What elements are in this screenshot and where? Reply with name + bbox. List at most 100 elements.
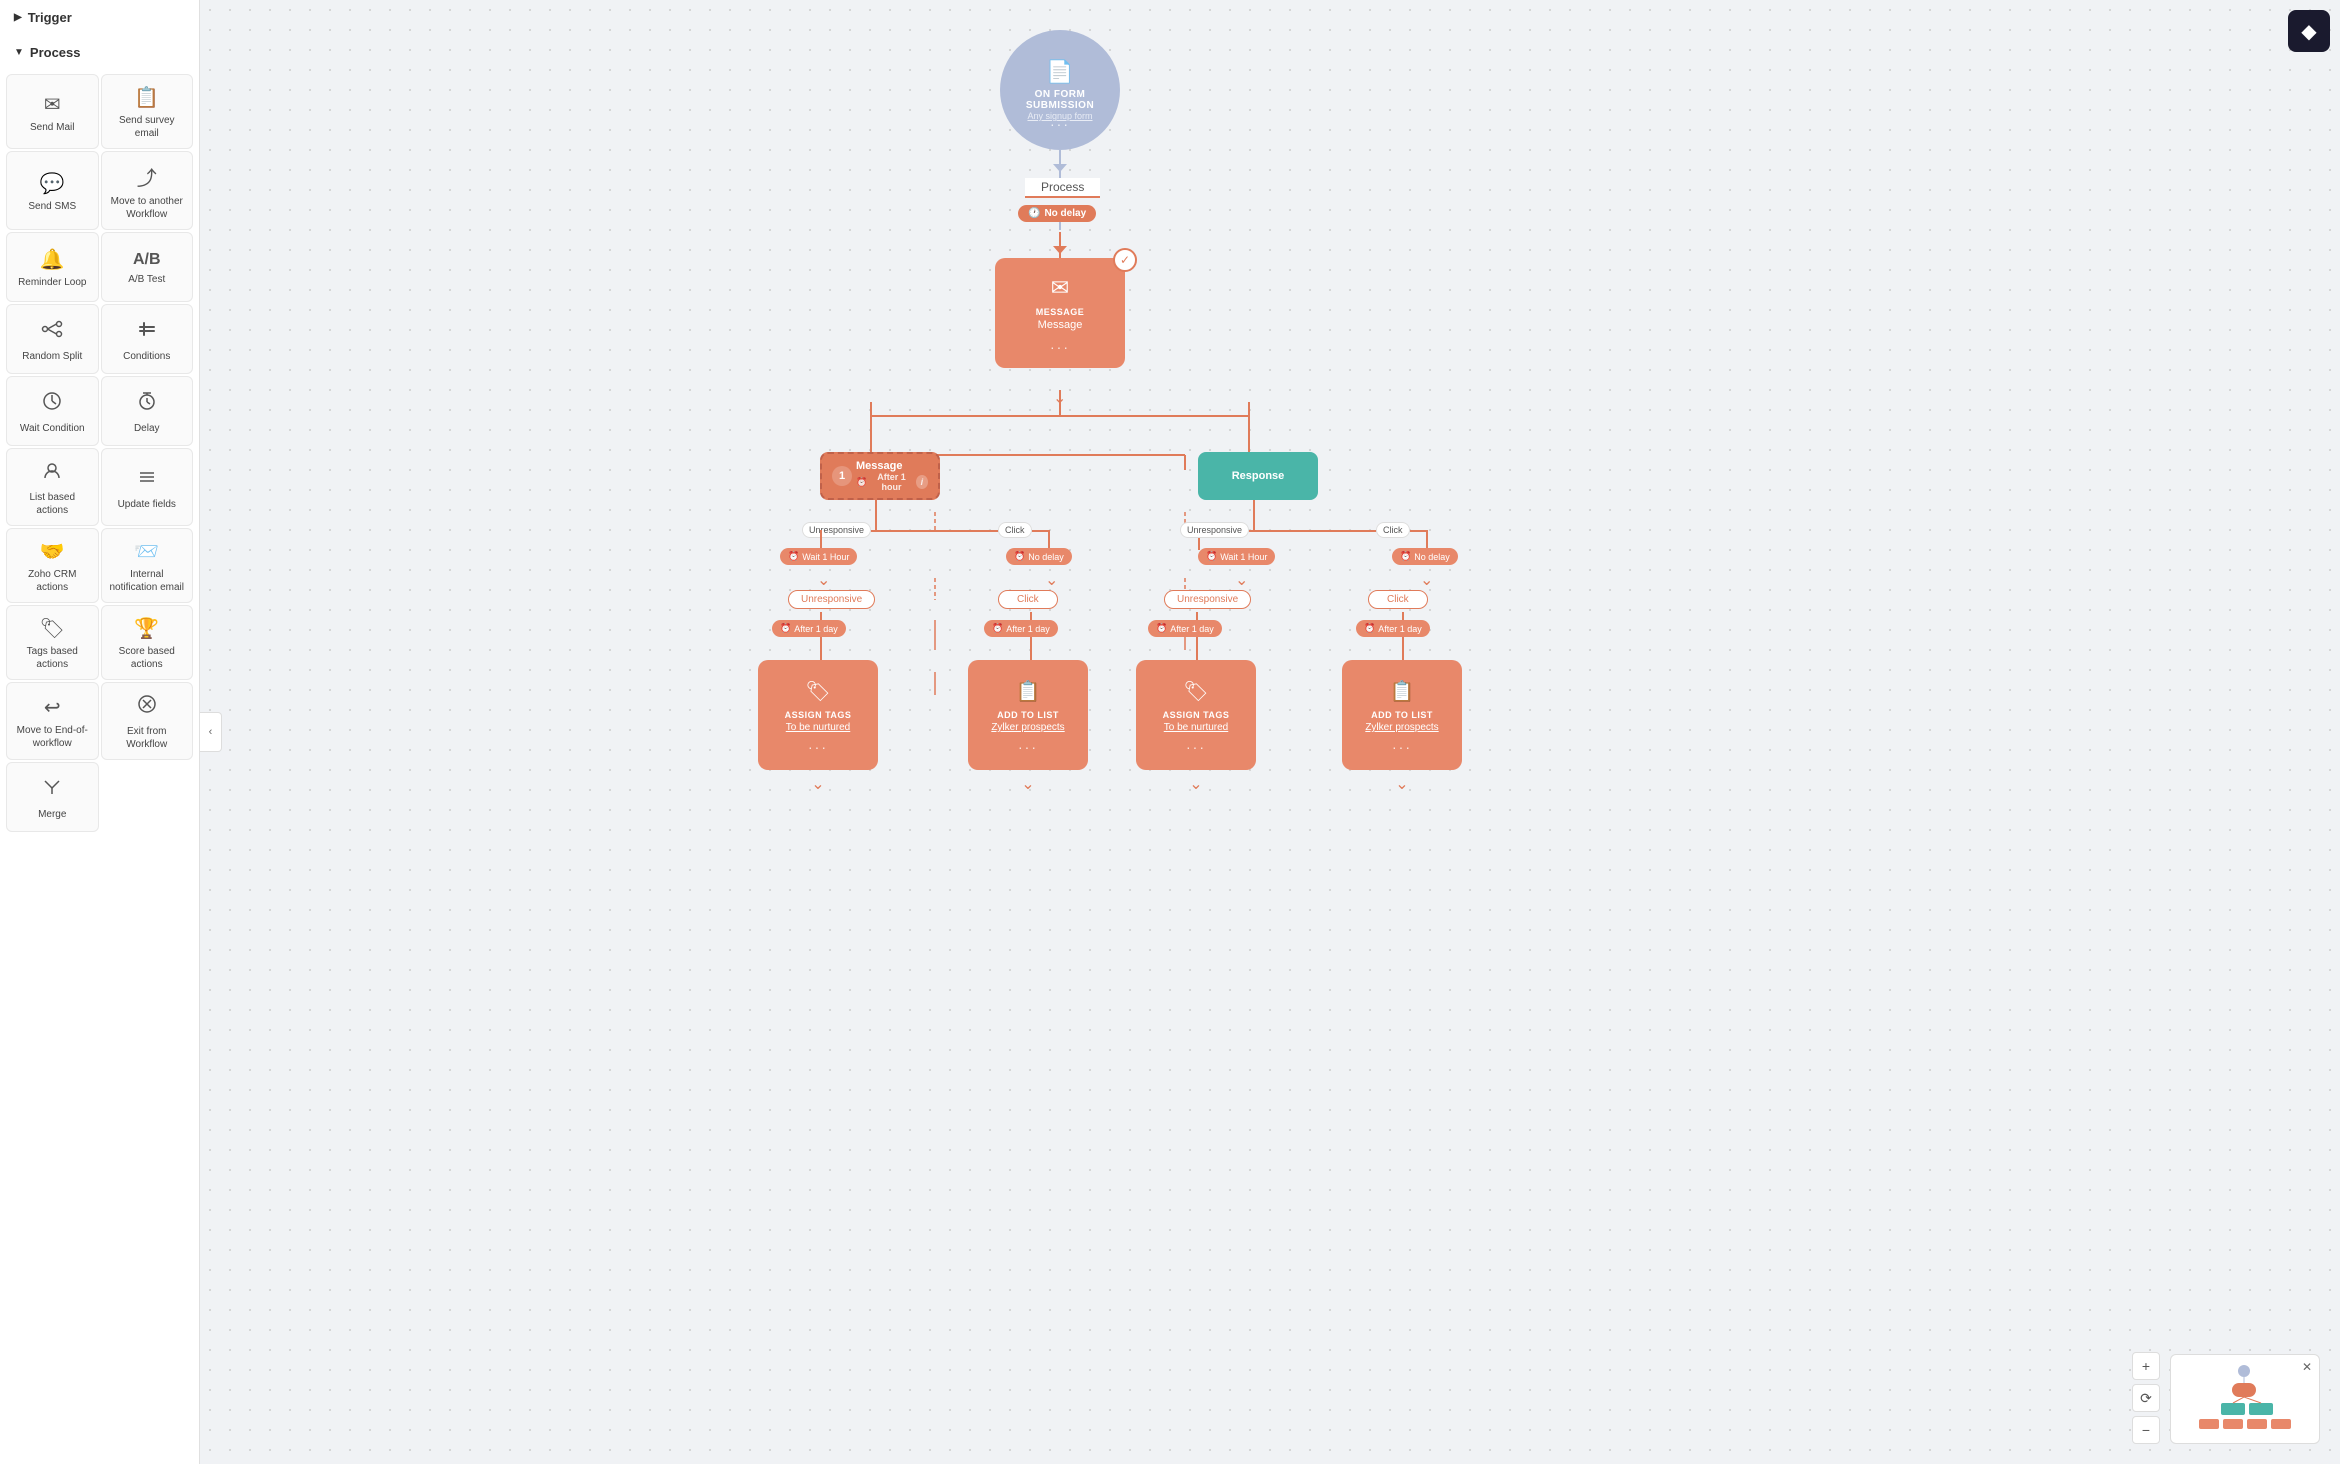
assign-tags-icon-r: 🏷 xyxy=(1183,679,1208,704)
r-nodelay-badge-wrapper: ⏰ No delay xyxy=(1392,548,1458,565)
message-branch-node[interactable]: 1 Message ⏰ After 1 hour i xyxy=(820,452,940,500)
wait-icon: ⏰ xyxy=(788,551,799,562)
trigger-icon: 📄 xyxy=(1046,59,1073,85)
sidebar-items-grid: ✉ Send Mail 📋 Send survey email 💬 Send S… xyxy=(0,70,199,836)
random-split-icon xyxy=(41,318,63,346)
trigger-node[interactable]: 📄 ON FORM SUBMISSION Any signup form ··· xyxy=(1000,30,1120,150)
send-survey-label: Send survey email xyxy=(108,114,187,140)
unresponsive-tag-2: Unresponsive xyxy=(1164,590,1251,609)
sidebar-item-conditions[interactable]: Conditions xyxy=(101,304,194,374)
assign-tags-icon: 🏷 xyxy=(805,679,830,704)
trigger-arrow xyxy=(1053,150,1067,177)
assign-delay-icon: ⏰ xyxy=(780,623,791,634)
sidebar-item-delay[interactable]: Delay xyxy=(101,376,194,446)
sidebar-item-move-end[interactable]: ↩ Move to End-of-workflow xyxy=(6,682,99,760)
response-branch-node[interactable]: Response xyxy=(1198,452,1318,500)
trigger-section-header[interactable]: ▶ Trigger xyxy=(0,0,199,35)
wait-1hour-badge-wrapper: ⏰ Wait 1 Hour xyxy=(780,548,857,565)
no-delay-badge-2-wrapper: ⏰ No delay xyxy=(1006,548,1072,565)
unresponsive-label-text-1: Unresponsive xyxy=(802,522,871,538)
assign-tags-node-r-wrapper: 🏷 ASSIGN TAGS To be nurtured ··· ⌄ xyxy=(1136,660,1256,794)
process-label: Process xyxy=(30,45,81,60)
assign-tags-title-r: ASSIGN TAGS xyxy=(1163,710,1230,720)
assign-tags-chevron: ⌄ xyxy=(758,774,878,794)
message-node[interactable]: ✉ MESSAGE Message ··· xyxy=(995,258,1125,368)
r-nodelay-badge[interactable]: ⏰ No delay xyxy=(1392,548,1458,565)
minimap-close-button[interactable]: ✕ xyxy=(2299,1359,2315,1375)
add-to-list-chevron: ⌄ xyxy=(968,774,1088,794)
no-delay-badge-2[interactable]: ⏰ No delay xyxy=(1006,548,1072,565)
assign-tags-node-r[interactable]: 🏷 ASSIGN TAGS To be nurtured ··· xyxy=(1136,660,1256,770)
delay-arrow xyxy=(1053,232,1067,259)
no-delay-badge[interactable]: 🕐 No delay xyxy=(1018,205,1096,222)
wait-condition-label: Wait Condition xyxy=(20,422,85,435)
add-to-list-node-r-wrapper: 📋 ADD TO LIST Zylker prospects ··· ⌄ xyxy=(1342,660,1462,794)
sidebar-item-list-based-actions[interactable]: List based actions xyxy=(6,448,99,526)
sidebar-item-send-sms[interactable]: 💬 Send SMS xyxy=(6,151,99,230)
r-addlist-delay-badge: ⏰ After 1 day xyxy=(1356,620,1430,637)
right-split-line xyxy=(1253,500,1255,530)
merge-icon xyxy=(41,776,63,804)
r-wait-badge[interactable]: ⏰ Wait 1 Hour xyxy=(1198,548,1275,565)
delay-label: Delay xyxy=(134,422,160,435)
sidebar-item-update-fields[interactable]: Update fields xyxy=(101,448,194,526)
wait-1hour-badge[interactable]: ⏰ Wait 1 Hour xyxy=(780,548,857,565)
message-envelope-icon: ✉ xyxy=(1051,275,1069,301)
send-sms-label: Send SMS xyxy=(28,200,76,213)
sidebar-item-wait-condition[interactable]: Wait Condition xyxy=(6,376,99,446)
reset-view-button[interactable]: ⟳ xyxy=(2132,1384,2160,1412)
add-to-list-node[interactable]: 📋 ADD TO LIST Zylker prospects ··· xyxy=(968,660,1088,770)
clock-icon-2: ⏰ xyxy=(856,477,867,488)
add-to-list-icon-r: 📋 xyxy=(1390,679,1415,704)
canvas-area[interactable]: ‹ ◆ xyxy=(200,0,2340,1464)
zoom-in-button[interactable]: + xyxy=(2132,1352,2160,1380)
list-based-label: List based actions xyxy=(13,491,92,517)
process-section-header[interactable]: ▼ Process xyxy=(0,35,199,70)
sidebar-item-reminder-loop[interactable]: 🔔 Reminder Loop xyxy=(6,232,99,302)
sidebar: ▶ Trigger ▼ Process ✉ Send Mail 📋 Send s… xyxy=(0,0,200,1464)
chevron-r-nodelay: ⌄ xyxy=(1420,570,1433,590)
send-survey-icon: 📋 xyxy=(134,85,159,110)
branch-line xyxy=(870,415,1250,417)
process-chevron: ▼ xyxy=(14,47,24,58)
message-name: Message xyxy=(1038,319,1083,331)
add-to-list-icon: 📋 xyxy=(1016,679,1041,704)
ab-test-icon: A/B xyxy=(133,251,161,269)
left-split-line xyxy=(875,500,877,530)
zoom-controls: + ⟳ − xyxy=(2132,1352,2160,1444)
list-based-icon xyxy=(41,459,63,487)
collapse-sidebar-button[interactable]: ‹ xyxy=(200,712,222,752)
click-tag-1: Click xyxy=(998,590,1058,609)
r-assign-delay-badge: ⏰ After 1 day xyxy=(1148,620,1222,637)
sidebar-item-send-survey-email[interactable]: 📋 Send survey email xyxy=(101,74,194,149)
assign-tags-node-wrapper: 🏷 ASSIGN TAGS To be nurtured ··· ⌄ xyxy=(758,660,878,794)
sidebar-item-exit[interactable]: Exit from Workflow xyxy=(101,682,194,760)
r-addlist-delay-badge-wrapper: ⏰ After 1 day xyxy=(1356,620,1430,637)
zoho-crm-icon: 🤝 xyxy=(40,539,65,564)
tags-based-label: Tags based actions xyxy=(13,645,92,671)
sidebar-item-move-workflow[interactable]: ⤴ Move to another Workflow xyxy=(101,151,194,230)
score-based-label: Score based actions xyxy=(108,645,187,671)
message-branch-label: Message xyxy=(856,460,902,472)
message-dots: ··· xyxy=(1050,339,1070,355)
click-label-1: Click xyxy=(998,520,1032,538)
reminder-loop-label: Reminder Loop xyxy=(18,276,86,289)
add-to-list-title-r: ADD TO LIST xyxy=(1371,710,1433,720)
assign-tags-node[interactable]: 🏷 ASSIGN TAGS To be nurtured ··· xyxy=(758,660,878,770)
sidebar-item-tags-based[interactable]: 🏷 Tags based actions xyxy=(6,605,99,680)
sidebar-item-internal-notification[interactable]: 📨 Internal notification email xyxy=(101,528,194,603)
exit-icon xyxy=(136,693,158,721)
r-wait-icon: ⏰ xyxy=(1206,551,1217,562)
addlist-delay-badge: ⏰ After 1 day xyxy=(984,620,1058,637)
sidebar-item-send-mail[interactable]: ✉ Send Mail xyxy=(6,74,99,149)
sidebar-item-merge[interactable]: Merge xyxy=(6,762,99,832)
sidebar-item-random-split[interactable]: Random Split xyxy=(6,304,99,374)
assign-delay-badge: ⏰ After 1 day xyxy=(772,620,846,637)
sidebar-item-score-based[interactable]: 🏆 Score based actions xyxy=(101,605,194,680)
unresponsive-tag-1: Unresponsive xyxy=(788,590,875,609)
zoom-out-button[interactable]: − xyxy=(2132,1416,2160,1444)
trigger-dots: ··· xyxy=(1050,116,1070,132)
sidebar-item-ab-test[interactable]: A/B A/B Test xyxy=(101,232,194,302)
sidebar-item-zoho-crm[interactable]: 🤝 Zoho CRM actions xyxy=(6,528,99,603)
add-to-list-node-r[interactable]: 📋 ADD TO LIST Zylker prospects ··· xyxy=(1342,660,1462,770)
